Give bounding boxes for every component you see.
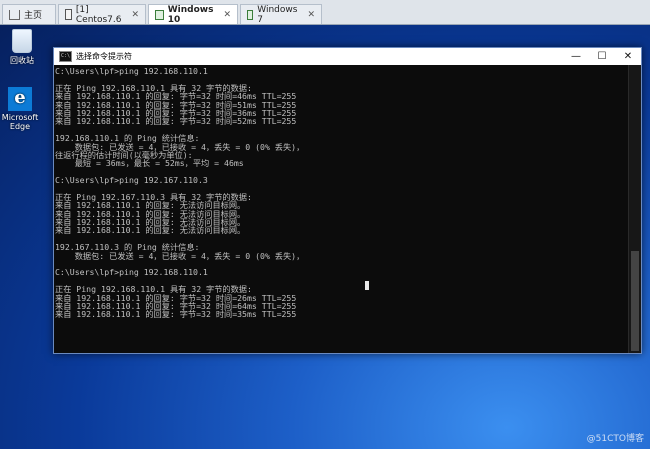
tab-centos[interactable]: [1] Centos7.6 ✕ [58, 4, 146, 25]
cmd-window[interactable]: C:\ 选择命令提示符 — ☐ ✕ C:\Users\lpf>ping 192.… [53, 47, 642, 354]
console-line: 最短 = 36ms，最长 = 52ms，平均 = 46ms [55, 158, 244, 169]
vm-icon [65, 9, 72, 20]
console-line: 来自 192.168.110.1 的回复: 无法访问目标网。 [55, 225, 246, 236]
console-line: 来自 192.168.110.1 的回复: 字节=32 时间=52ms TTL=… [55, 116, 297, 127]
console-line: C:\Users\lpf>ping 192.168.110.1 [55, 66, 208, 76]
edge-shortcut[interactable]: e Microsoft Edge [0, 87, 40, 131]
text-cursor [365, 281, 369, 290]
scrollbar[interactable] [628, 65, 641, 353]
windows-vm-icon [247, 9, 254, 20]
watermark: @51CTO博客 [586, 434, 644, 444]
tab-label: Windows 10 [167, 4, 214, 25]
cmd-title: 选择命令提示符 [76, 52, 132, 61]
console-line: 数据包: 已发送 = 4，已接收 = 4，丢失 = 0 (0% 丢失)， [55, 250, 305, 261]
scrollbar-thumb[interactable] [631, 251, 639, 351]
console-output[interactable]: C:\Users\lpf>ping 192.168.110.1 正在 Ping 1… [54, 65, 629, 353]
recycle-bin-label: 回收站 [10, 56, 34, 65]
tab-label: 主页 [24, 11, 43, 21]
tab-windows7[interactable]: Windows 7 ✕ [240, 4, 322, 25]
close-button[interactable]: ✕ [615, 48, 641, 65]
console-line: 来自 192.168.110.1 的回复: 字节=32 时间=35ms TTL=… [55, 309, 297, 320]
cmd-icon: C:\ [59, 51, 72, 62]
minimize-button[interactable]: — [563, 48, 589, 65]
recycle-bin-shortcut[interactable]: 回收站 [2, 29, 42, 66]
tab-home[interactable]: 主页 [2, 4, 56, 24]
close-icon[interactable]: ✕ [131, 10, 139, 20]
cmd-titlebar[interactable]: C:\ 选择命令提示符 — ☐ ✕ [54, 48, 641, 65]
tab-label: Windows 7 [257, 4, 298, 25]
edge-icon: e [8, 87, 32, 111]
console-line: C:\Users\lpf>ping 192.167.110.3 [55, 175, 208, 186]
windows-vm-icon [155, 9, 164, 20]
home-icon [9, 9, 20, 20]
close-icon[interactable]: ✕ [223, 10, 231, 20]
tab-label: [1] Centos7.6 [75, 4, 122, 25]
maximize-button[interactable]: ☐ [589, 48, 615, 65]
vm-tab-bar: 主页 [1] Centos7.6 ✕ Windows 10 ✕ Windows … [0, 0, 650, 25]
tab-windows10[interactable]: Windows 10 ✕ [148, 4, 238, 25]
recycle-bin-icon [12, 29, 32, 53]
edge-label: Microsoft Edge [1, 113, 39, 131]
close-icon[interactable]: ✕ [307, 10, 315, 20]
console-line: C:\Users\lpf>ping 192.168.110.1 [55, 267, 208, 278]
